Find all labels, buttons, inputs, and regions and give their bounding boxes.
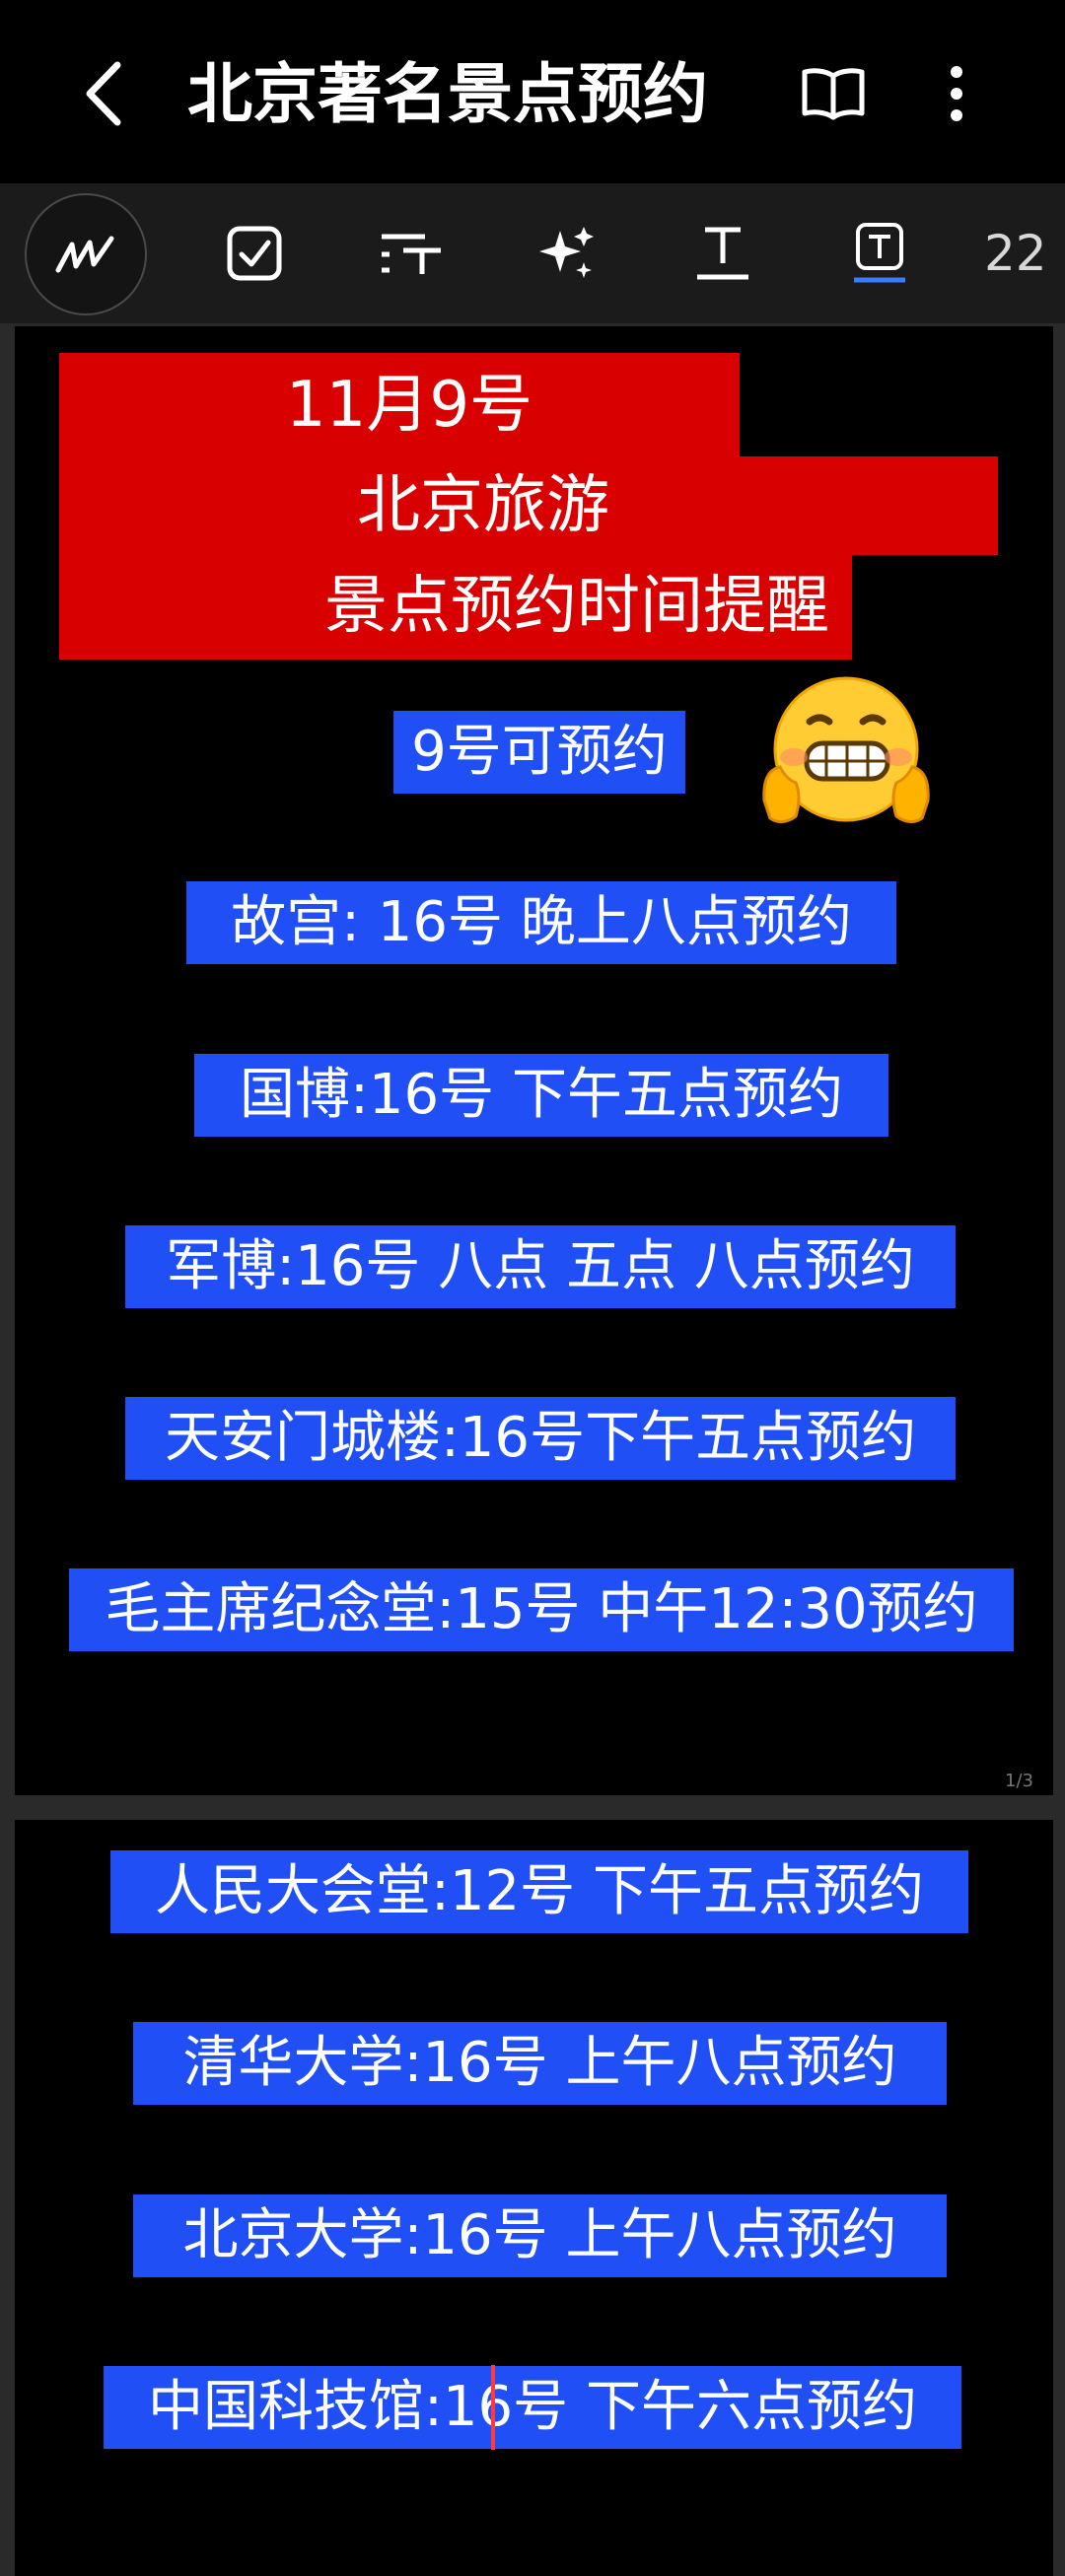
schedule-line: 北京大学:16号 上午八点预约: [133, 2194, 947, 2277]
editor-toolbar: 22: [0, 183, 1065, 323]
more-vertical-icon: [951, 66, 962, 121]
schedule-line: 军博:16号 八点 五点 八点预约: [125, 1225, 956, 1308]
sparkle-icon: [539, 227, 594, 278]
text-underline-tool-button[interactable]: [669, 183, 777, 323]
screen: 北京著名景点预约 22 11月9号 北京旅游 景点预约时间提醒 9号可预约 故宫…: [0, 0, 1065, 2576]
font-size-label[interactable]: 22: [984, 183, 1047, 323]
schedule-line: 人民大会堂:12号 下午五点预约: [110, 1850, 968, 1933]
note-page-2[interactable]: 人民大会堂:12号 下午五点预约 清华大学:16号 上午八点预约 北京大学:16…: [15, 1820, 1053, 2576]
chevron-left-icon: [86, 61, 121, 126]
back-button[interactable]: [69, 49, 138, 138]
more-options-button[interactable]: [932, 51, 981, 136]
ai-assist-tool-button[interactable]: [513, 183, 621, 323]
grinning-hands-emoji-icon: [762, 676, 930, 823]
pen-icon: [55, 236, 114, 273]
note-canvas[interactable]: 11月9号 北京旅游 景点预约时间提醒 9号可预约 故宫: 16号 晚上八点预约…: [0, 323, 1065, 2576]
text-format-icon: [697, 227, 748, 280]
note-page-1[interactable]: 11月9号 北京旅游 景点预约时间提醒 9号可预约 故宫: 16号 晚上八点预约…: [15, 326, 1053, 1795]
banner-heading: 景点预约时间提醒: [324, 570, 829, 643]
checkbox-tool-button[interactable]: [200, 183, 309, 323]
text-size-tool-button[interactable]: [357, 183, 465, 323]
page-title: 北京著名景点预约: [187, 56, 708, 132]
pen-tool-button[interactable]: [25, 193, 147, 315]
text-box-tool-button[interactable]: [825, 183, 934, 323]
app-header: 北京著名景点预约: [0, 0, 1065, 183]
book-icon: [802, 68, 865, 120]
schedule-line: 中国科技馆:16号 下午六点预约: [104, 2366, 961, 2449]
page-number: 1/3: [1005, 1771, 1033, 1791]
checkbox-icon: [227, 226, 282, 281]
text-box-icon: [854, 223, 905, 283]
notice-line: 9号可预约: [393, 711, 685, 794]
schedule-line: 国博:16号 下午五点预约: [194, 1054, 888, 1137]
banner-date: 11月9号: [285, 369, 533, 442]
banner-subtitle: 北京旅游: [357, 469, 609, 542]
schedule-line: 天安门城楼:16号下午五点预约: [125, 1397, 956, 1480]
text-size-icon: [382, 234, 441, 274]
reading-mode-button[interactable]: [794, 51, 873, 136]
schedule-line: 清华大学:16号 上午八点预约: [133, 2022, 947, 2105]
schedule-line: 故宫: 16号 晚上八点预约: [186, 881, 896, 964]
text-cursor: [491, 2365, 495, 2450]
schedule-line: 毛主席纪念堂:15号 中午12:30预约: [69, 1568, 1014, 1651]
